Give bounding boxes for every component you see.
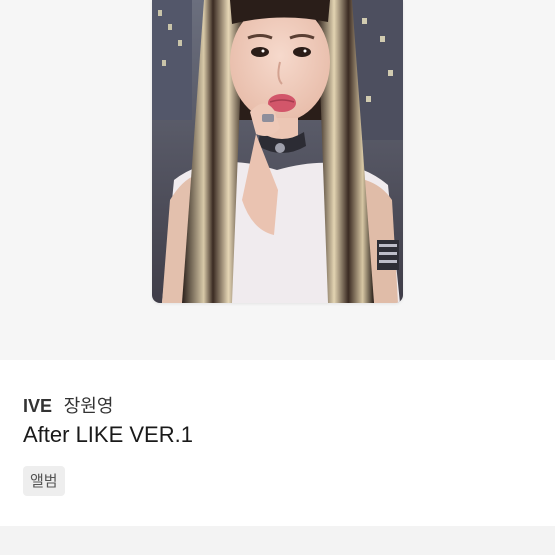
product-detail-page: IVE 장원영 After LIKE VER.1 앨범 <box>0 0 555 555</box>
photocard-image[interactable] <box>152 0 403 303</box>
member-name[interactable]: 장원영 <box>64 396 114 417</box>
product-info: IVE 장원영 After LIKE VER.1 앨범 <box>0 360 555 526</box>
group-name[interactable]: IVE <box>23 396 52 416</box>
category-tag[interactable]: 앨범 <box>23 466 65 496</box>
artist-line: IVE 장원영 <box>23 392 113 418</box>
section-divider <box>0 526 555 555</box>
product-image-area <box>0 0 555 360</box>
photocard-illustration <box>152 0 403 303</box>
product-title: After LIKE VER.1 <box>23 422 193 447</box>
